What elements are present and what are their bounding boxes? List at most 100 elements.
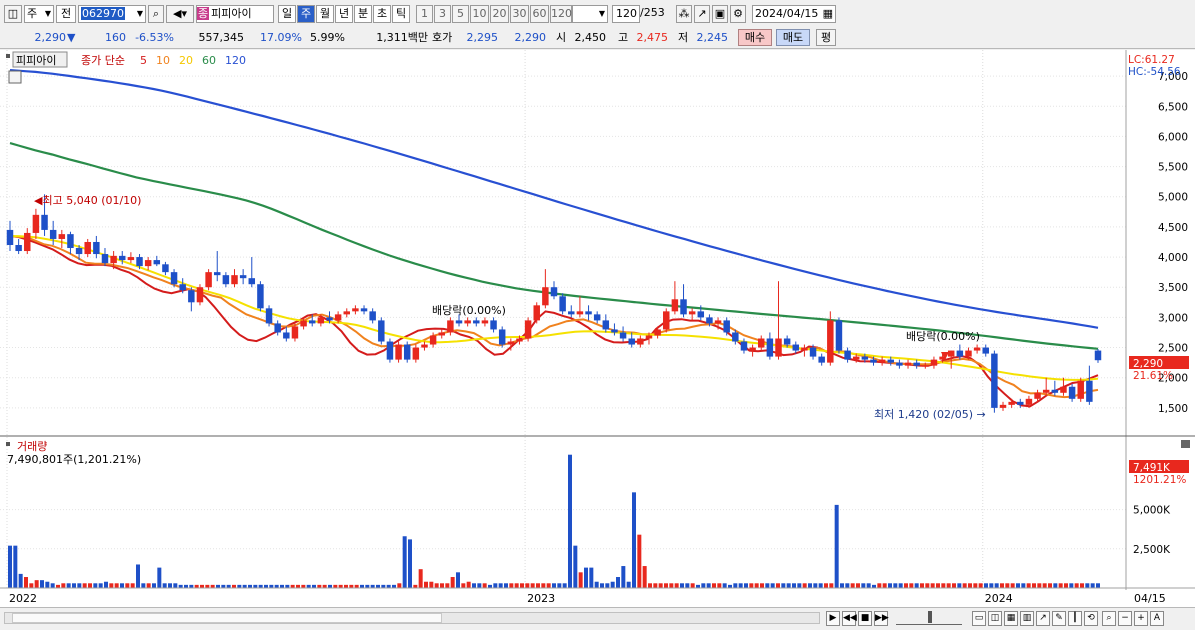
volume-bar [130,583,135,588]
candle-body [1017,401,1024,405]
count-input[interactable]: 120 [612,5,640,23]
speaker-icon[interactable]: ◀▾ [166,5,194,23]
period-button[interactable]: 일 [278,5,296,23]
scroll-right-icon[interactable]: ▶ [826,611,840,626]
minute-button[interactable]: 3 [434,5,451,23]
rewind-icon[interactable]: ◀◀ [842,611,857,626]
current-price-tag-text: 2,290 [1133,358,1163,370]
volume-bar [1026,583,1031,588]
period-button[interactable]: 틱 [392,5,410,23]
candle-body [317,317,325,324]
prev-select[interactable]: 전 [56,5,76,23]
search-icon[interactable]: ⌕ [148,5,164,23]
x-axis-label: 2024 [985,592,1013,605]
volume-bar [893,583,898,588]
market-select[interactable]: 주 ▼ [24,5,54,23]
stock-name-field[interactable]: 종 피피아이 [196,5,274,23]
minute-button[interactable]: 30 [510,5,529,23]
table-toggle-icon[interactable] [8,70,22,84]
eval-button[interactable]: 평 [816,29,836,46]
close-icon[interactable] [1181,440,1190,448]
turnover-rate: 5.99% [310,31,345,44]
candle-body [274,323,281,333]
minute-button[interactable]: 20 [490,5,509,23]
max-annotation: ◀최고 5,040 (01/10) [34,194,141,207]
candle-body [49,229,57,239]
sell-button[interactable]: 매도 [776,29,810,46]
candle-body [835,320,843,351]
layout-grid-icon[interactable]: ▦ [1004,611,1018,626]
minute-button[interactable]: 10 [470,5,489,23]
volume-bar [461,583,466,588]
date-input[interactable]: 2024/04/15 ▦ [752,5,836,23]
minute-button[interactable]: 5 [452,5,469,23]
minute-button[interactable]: 120 [550,5,572,23]
count-total: /253 [640,6,665,19]
trend-icon[interactable]: ↗ [1036,611,1050,626]
volume-bar [173,583,178,588]
font-size-icon[interactable]: A [1150,611,1164,626]
volume-bar [445,583,450,588]
candle-body [576,311,584,315]
candle-body [119,255,126,261]
link-icon[interactable]: ⁂ [676,5,692,23]
volume-bar [72,583,76,588]
zoom-reset-icon[interactable]: ⟲ [1084,611,1098,626]
volume-bar [82,583,87,588]
code-input[interactable]: 062970 ▼ [78,5,146,23]
candle-body [438,332,445,336]
period-button[interactable]: 월 [316,5,334,23]
minute-dropdown[interactable]: ▼ [572,5,608,23]
volume-bar [626,581,631,588]
magnifier-icon[interactable]: ⌕ [1102,611,1116,626]
candle-body [447,320,454,333]
current-price: 2,290 [34,31,67,44]
candle-body [378,320,385,342]
high-price: 2,475 [636,31,669,44]
plus-icon[interactable]: + [1134,611,1148,626]
volume-bar [861,583,866,588]
candle-body [870,359,877,363]
period-button[interactable]: 주 [297,5,315,23]
minute-button[interactable]: 1 [416,5,433,23]
candle-body [913,362,920,366]
period-button[interactable]: 분 [354,5,372,23]
zoom-slider-thumb[interactable] [928,611,932,623]
volume-bar [557,583,562,588]
y-tick-label: 3,500 [1158,282,1188,294]
volume-bar [760,583,764,588]
period-button[interactable]: 년 [335,5,353,23]
window-icon[interactable]: ▭ [972,611,986,626]
drawing-icon[interactable]: ✎ [1052,611,1066,626]
buy-button[interactable]: 매수 [738,29,772,46]
price-volume-chart[interactable]: 1,5002,0002,5003,0003,5004,0004,5005,000… [0,50,1195,607]
save-icon[interactable]: ▣ [712,5,728,23]
layout-cols-icon[interactable]: ▥ [1020,611,1034,626]
candle-icon[interactable]: ┃ [1068,611,1082,626]
stop-icon[interactable]: ■ [858,611,872,626]
y-tick-label: 4,000 [1158,252,1188,264]
gear-icon[interactable]: ⚙ [730,5,746,23]
volume-bar [168,583,172,588]
minute-button[interactable]: 60 [530,5,549,23]
volume-bar [866,583,871,588]
candle-body [455,320,463,324]
bid-price: 2,290 [514,31,547,44]
volume-bar [984,583,988,588]
minus-icon[interactable]: − [1118,611,1132,626]
compare-icon[interactable]: ↗ [694,5,710,23]
volume-bar [733,583,738,588]
fast-forward-icon[interactable]: ▶▶ [874,611,889,626]
layout-icon[interactable]: ◫ [4,5,22,23]
candle-body [214,272,221,276]
scroll-thumb[interactable] [12,613,442,623]
volume-bar [1000,583,1004,588]
volume-bar [146,583,151,588]
volume-bar [8,545,12,588]
volume-bar [808,583,812,588]
layout-split-icon[interactable]: ◫ [988,611,1002,626]
candle-body [334,314,342,321]
period-button[interactable]: 초 [373,5,391,23]
volume-bar [941,583,946,588]
chart-area[interactable]: 1,500 2,000 2,500 3,000 3,500 4,000 4,500 5,000… [0,50,1195,607]
